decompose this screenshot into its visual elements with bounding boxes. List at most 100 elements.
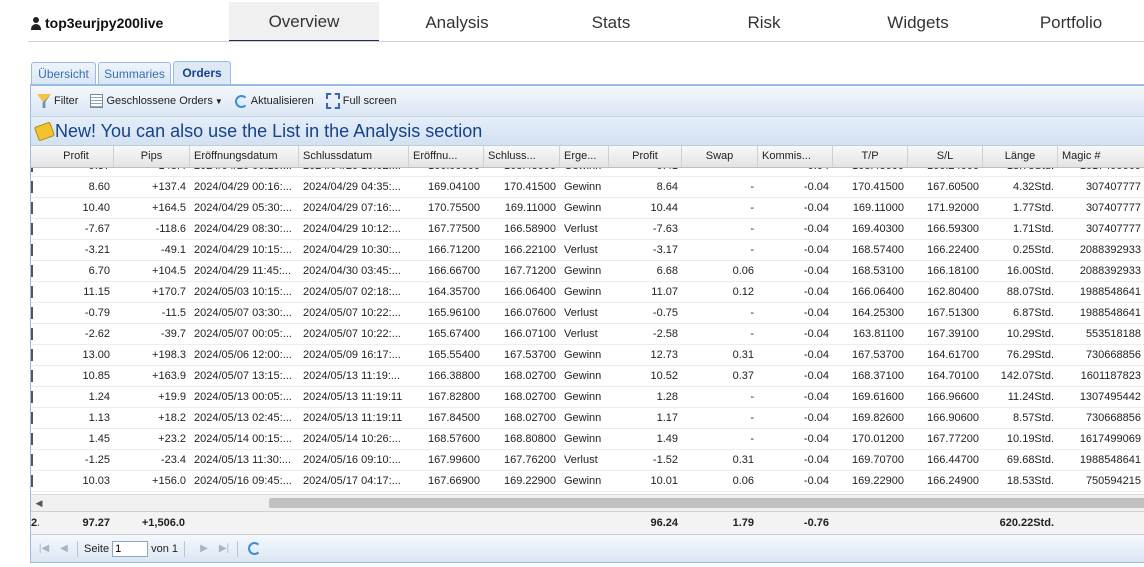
subtab-orders[interactable]: Orders	[173, 61, 231, 86]
cell-close-price: 170.41500	[504, 181, 556, 193]
refresh-label: Aktualisieren	[250, 95, 314, 107]
table-row[interactable]: 8.60 +137.4 2024/04/29 00:16:... 2024/04/29…	[31, 177, 1144, 198]
account-name[interactable]: top3eurjpy200live	[30, 14, 163, 32]
cell-stop-loss: 162.80400	[927, 286, 979, 298]
column-header-pips[interactable]: Pips	[114, 146, 190, 167]
fullscreen-button[interactable]: Full screen	[325, 93, 397, 109]
nav-tab-widgets[interactable]: Widgets	[843, 2, 993, 42]
cell-length: 8.57Std.	[1013, 412, 1054, 424]
pager-refresh-icon[interactable]	[248, 542, 261, 555]
page-number-input[interactable]	[112, 540, 149, 557]
cell-profit: -1.25	[84, 454, 110, 466]
subtab-uebersicht[interactable]: Übersicht	[31, 62, 96, 85]
table-row-partial[interactable]: 9.37+148.42024/04/26 06:15:...2024/04/26…	[31, 168, 1144, 177]
cell-length: 69.68Std.	[1006, 454, 1054, 466]
closed-orders-dropdown[interactable]: Geschlossene Orders ▼	[90, 94, 223, 108]
column-header-commission[interactable]: Kommis...	[758, 146, 833, 167]
page-label: Seite	[84, 542, 110, 555]
cell-open-price: 167.99600	[428, 454, 480, 466]
table-row[interactable]: 6.70 +104.5 2024/04/29 11:45:... 2024/04/30…	[31, 261, 1144, 282]
table-row[interactable]: -2.62 -39.7 2024/05/07 00:05:... 2024/05/07…	[31, 324, 1144, 345]
nav-tab-risk[interactable]: Risk	[689, 2, 839, 42]
page-count-label: von 1	[151, 542, 178, 555]
cell-magic-number: 1988548641	[1079, 454, 1141, 466]
column-header-magic-number[interactable]: Magic #	[1058, 146, 1144, 167]
cell-magic-number: 307407777	[1085, 181, 1141, 193]
cell-swap: -	[750, 433, 754, 445]
table-row[interactable]: 11.15 +170.7 2024/05/03 10:15:... 2024/05/0…	[31, 282, 1144, 303]
column-header-swap[interactable]: Swap	[682, 146, 758, 167]
nav-tab-portfolio[interactable]: Portfolio	[996, 2, 1144, 42]
row-marker	[31, 168, 33, 172]
table-row[interactable]: -0.79 -11.5 2024/05/07 03:30:... 2024/05/07…	[31, 303, 1144, 324]
summary-row: 2 97.27 +1,506.0 96.24 1.79 -0.76 620.22…	[31, 511, 1144, 535]
table-row[interactable]: 10.85 +163.9 2024/05/07 13:15:... 2024/05/1…	[31, 366, 1144, 387]
cell-stop-loss: 166.22400	[927, 244, 979, 256]
table-row[interactable]: 1.13 +18.2 2024/05/13 02:45:... 2024/05/13 …	[31, 408, 1144, 429]
cell-profit: 10.03	[82, 475, 110, 487]
scroll-left-icon[interactable]: ◀	[33, 497, 45, 509]
cell-pips: +148.4	[114, 168, 190, 176]
column-header-open-date[interactable]: Eröffnungsdatum	[190, 146, 299, 167]
refresh-button[interactable]: Aktualisieren	[234, 94, 314, 108]
prev-page-icon[interactable]: ◀	[57, 542, 71, 556]
row-marker	[31, 433, 33, 445]
cell-swap: -	[750, 202, 754, 214]
table-row[interactable]: -3.21 -49.1 2024/04/29 10:15:... 2024/04/29…	[31, 240, 1144, 261]
cell-stop-loss: 166.24900	[927, 475, 979, 487]
table-row[interactable]: -1.25 -23.4 2024/05/13 11:30:... 2024/05/16…	[31, 450, 1144, 471]
row-marker	[31, 349, 33, 361]
table-row[interactable]: 13.00 +198.3 2024/05/06 12:00:... 2024/05/0…	[31, 345, 1144, 366]
next-page-icon[interactable]: ▶	[197, 542, 211, 556]
cell-commission: -0.04	[803, 265, 829, 277]
column-header-profit[interactable]: Profit	[39, 146, 114, 167]
cell-open-price: 168.57600	[428, 433, 480, 445]
table-row[interactable]: 1.24 +19.9 2024/05/13 00:05:... 2024/05/13 …	[31, 387, 1144, 408]
column-header-length[interactable]: Länge	[983, 146, 1058, 167]
cell-magic-number: 2088392933	[1079, 265, 1141, 277]
column-header-close-date[interactable]: Schlussdatum	[299, 146, 409, 167]
cell-length: 18.78Std.	[983, 168, 1058, 176]
nav-tab-overview[interactable]: Overview	[229, 2, 379, 42]
nav-tab-analysis[interactable]: Analysis	[382, 2, 532, 42]
cell-result: Gewinn	[564, 391, 602, 403]
filter-button[interactable]: Filter	[37, 94, 78, 108]
subtab-summaries[interactable]: Summaries	[98, 62, 171, 85]
cell-length: 76.29Std.	[1006, 349, 1054, 361]
column-header-result[interactable]: Erge...	[560, 146, 609, 167]
cell-commission: -0.04	[803, 370, 829, 382]
orders-panel: Filter Geschlossene Orders ▼ Aktualisier…	[30, 86, 1144, 563]
horizontal-scrollbar[interactable]: ◀	[31, 494, 1144, 511]
cell-profit: 6.70	[88, 265, 110, 277]
row-marker	[31, 391, 33, 403]
table-row[interactable]: 10.40 +164.5 2024/04/29 05:30:... 2024/04/2…	[31, 198, 1144, 219]
cell-commission: -0.04	[803, 349, 829, 361]
cell-result: Verlust	[564, 328, 598, 340]
notice-banner: New! You can also use the List in the An…	[31, 117, 1144, 146]
first-page-icon[interactable]: |◀	[37, 542, 51, 556]
cell-take-profit: 164.25300	[852, 307, 904, 319]
cell-pips: +18.2	[158, 412, 186, 424]
cell-commission: -0.04	[803, 328, 829, 340]
scrollbar-thumb[interactable]	[269, 498, 1144, 508]
table-row[interactable]: 1.45 +23.2 2024/05/14 00:15:... 2024/05/14 …	[31, 429, 1144, 450]
cell-profit-net: 10.01	[650, 475, 678, 487]
pager-separator	[77, 540, 78, 557]
cell-open-date: 2024/05/07 13:15:...	[194, 370, 292, 382]
table-row[interactable]: -7.67 -118.6 2024/04/29 08:30:... 2024/04/2…	[31, 219, 1144, 240]
column-header-open-price[interactable]: Eröffnu...	[409, 146, 484, 167]
row-marker	[31, 244, 33, 256]
nav-tab-stats[interactable]: Stats	[536, 2, 686, 42]
cell-open-date: 2024/05/13 00:05:...	[194, 391, 292, 403]
cell-commission: -0.04	[803, 307, 829, 319]
cell-close-price: 166.58900	[504, 223, 556, 235]
row-marker	[31, 181, 33, 193]
column-header-take-profit[interactable]: T/P	[833, 146, 908, 167]
cell-profit-net: 1.28	[656, 391, 678, 403]
column-header-close-price[interactable]: Schluss...	[484, 146, 560, 167]
cell-take-profit: 169.82600	[852, 412, 904, 424]
last-page-icon[interactable]: ▶|	[217, 542, 231, 556]
table-row[interactable]: 10.03 +156.0 2024/05/16 09:45:... 2024/05/1…	[31, 471, 1144, 492]
column-header-profit-net[interactable]: Profit	[609, 146, 682, 167]
column-header-stop-loss[interactable]: S/L	[908, 146, 983, 167]
